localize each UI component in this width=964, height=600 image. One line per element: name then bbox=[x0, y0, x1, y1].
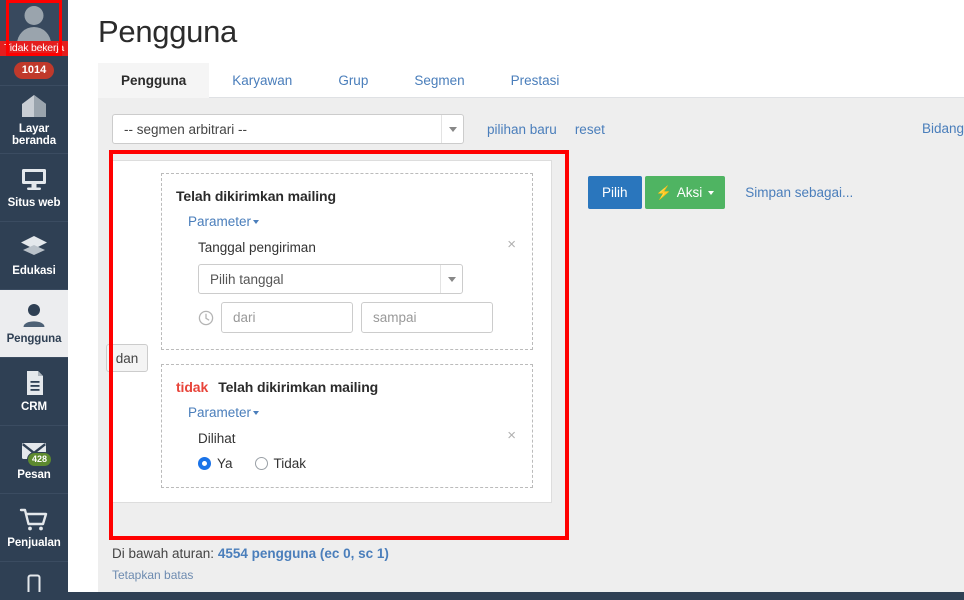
date-to-input[interactable]: sampai bbox=[361, 302, 493, 333]
layers-icon bbox=[19, 233, 49, 261]
user-icon bbox=[19, 301, 49, 329]
radio-button-tidak[interactable] bbox=[254, 457, 268, 470]
parameter-toggle-2[interactable]: Parameter bbox=[188, 405, 260, 420]
cart-icon bbox=[19, 505, 49, 533]
sidebar-item-label: Pengguna bbox=[6, 333, 62, 346]
rule-summary: Di bawah aturan: 4554 pengguna (ec 0, sc… bbox=[112, 545, 389, 584]
radio-label-ya: Ya bbox=[217, 456, 233, 471]
sidebar-item-label: Layar beranda bbox=[11, 122, 57, 148]
set-limit-link[interactable]: Tetapkan batas bbox=[112, 566, 389, 584]
summary-count-link[interactable]: 4554 pengguna (ec 0, sc 1) bbox=[218, 546, 389, 561]
sidebar-item-edukasi[interactable]: Edukasi bbox=[0, 222, 68, 290]
sidebar-item-pengguna[interactable]: Pengguna bbox=[0, 290, 68, 358]
action-button-label: Aksi bbox=[676, 185, 703, 200]
chevron-down-icon bbox=[441, 115, 463, 143]
close-icon[interactable]: × bbox=[507, 428, 516, 443]
rule-builder-row: Telah dikirimkan mailing Parameter Tangg… bbox=[98, 160, 964, 503]
parameter-row-dilihat: Dilihat × Ya Tidak bbox=[198, 428, 518, 471]
summary-prefix: Di bawah aturan: bbox=[112, 546, 215, 561]
bottom-strip bbox=[0, 592, 964, 600]
notification-count-badge: 1014 bbox=[13, 62, 55, 79]
clock-icon bbox=[198, 310, 214, 326]
fields-link[interactable]: Bidang bbox=[922, 121, 964, 136]
radio-label-tidak: Tidak bbox=[273, 456, 307, 471]
reset-link[interactable]: reset bbox=[575, 122, 605, 137]
avatar[interactable]: Tidak bekerja bbox=[0, 0, 68, 56]
radio-button-ya[interactable] bbox=[198, 457, 211, 470]
close-icon[interactable]: × bbox=[507, 237, 516, 252]
date-from-placeholder: dari bbox=[233, 310, 256, 325]
new-choice-link[interactable]: pilihan baru bbox=[487, 122, 557, 137]
document-icon bbox=[19, 369, 49, 397]
sidebar-item-pesan[interactable]: 428 Pesan bbox=[0, 426, 68, 494]
sidebar-item-situs-web[interactable]: Situs web bbox=[0, 154, 68, 222]
tab-segmen[interactable]: Segmen bbox=[391, 63, 487, 98]
condition-block-1: Telah dikirimkan mailing Parameter Tangg… bbox=[161, 173, 533, 350]
action-bar: Pilih ⚡ Aksi Simpan sebagai... bbox=[588, 176, 853, 209]
rule-card: Telah dikirimkan mailing Parameter Tangg… bbox=[112, 160, 552, 503]
date-mode-value: Pilih tanggal bbox=[210, 271, 284, 287]
tab-karyawan[interactable]: Karyawan bbox=[209, 63, 315, 98]
avatar-head-shape bbox=[24, 6, 44, 25]
segment-select-row: -- segmen arbitrari -- pilihan baru rese… bbox=[98, 114, 964, 144]
parameter-label: Tanggal pengiriman bbox=[198, 240, 316, 255]
radio-option-tidak[interactable]: Tidak bbox=[254, 456, 307, 471]
sidebar-item-label: Situs web bbox=[7, 197, 61, 210]
condition-block-2: tidak Telah dikirimkan mailing Parameter … bbox=[161, 364, 533, 488]
date-from-input[interactable]: dari bbox=[221, 302, 353, 333]
date-range-row: dari sampai bbox=[198, 302, 518, 333]
condition-title: Telah dikirimkan mailing bbox=[176, 188, 336, 204]
sidebar-item-crm[interactable]: CRM bbox=[0, 358, 68, 426]
condition-negation-label: tidak bbox=[176, 379, 209, 395]
radio-option-ya[interactable]: Ya bbox=[198, 456, 233, 471]
segment-select[interactable]: -- segmen arbitrari -- bbox=[112, 114, 464, 144]
parameter-toggle-label: Parameter bbox=[188, 214, 252, 229]
sidebar-item-label: Edukasi bbox=[12, 265, 56, 278]
action-button[interactable]: ⚡ Aksi bbox=[644, 176, 726, 209]
segment-select-value: -- segmen arbitrari -- bbox=[124, 121, 248, 137]
tab-prestasi[interactable]: Prestasi bbox=[488, 63, 583, 98]
home-icon bbox=[19, 92, 49, 120]
parameter-toggle-1[interactable]: Parameter bbox=[188, 214, 260, 229]
sidebar-item-label: Pesan bbox=[17, 469, 51, 482]
save-as-link[interactable]: Simpan sebagai... bbox=[745, 185, 853, 200]
viewed-radio-group: Ya Tidak bbox=[198, 456, 518, 471]
sidebar-item-label: Penjualan bbox=[7, 537, 61, 550]
chevron-down-icon bbox=[253, 411, 260, 415]
date-mode-select[interactable]: Pilih tanggal bbox=[198, 264, 463, 294]
page-title: Pengguna bbox=[98, 14, 237, 49]
condition-title-text: Telah dikirimkan mailing bbox=[218, 379, 379, 395]
chevron-down-icon bbox=[708, 190, 715, 195]
select-button[interactable]: Pilih bbox=[588, 176, 642, 209]
chevron-down-icon bbox=[440, 265, 462, 293]
sidebar: Tidak bekerja 1014 Layar beranda Situs w… bbox=[0, 0, 68, 600]
date-to-placeholder: sampai bbox=[373, 310, 417, 325]
unread-count-badge: 428 bbox=[26, 452, 52, 468]
connector-dan-button[interactable]: dan bbox=[106, 344, 148, 372]
parameter-label: Dilihat bbox=[198, 431, 236, 446]
chevron-down-icon bbox=[253, 220, 260, 224]
sidebar-item-penjualan[interactable]: Penjualan bbox=[0, 494, 68, 562]
parameter-row-tanggal-pengiriman: Tanggal pengiriman × Pilih tanggal dari … bbox=[198, 237, 518, 333]
status-badge: Tidak bekerja bbox=[0, 41, 68, 56]
condition-title: tidak Telah dikirimkan mailing bbox=[176, 379, 518, 395]
envelope-icon: 428 bbox=[19, 437, 52, 468]
tab-grup[interactable]: Grup bbox=[315, 63, 391, 98]
main-content: Pengguna Pengguna Karyawan Grup Segmen P… bbox=[68, 0, 964, 600]
sidebar-item-layar-beranda[interactable]: Layar beranda bbox=[0, 86, 68, 154]
sidebar-item-label: CRM bbox=[21, 401, 47, 414]
tab-bar: Pengguna Karyawan Grup Segmen Prestasi bbox=[98, 63, 964, 98]
parameter-toggle-label: Parameter bbox=[188, 405, 252, 420]
segment-builder-panel: -- segmen arbitrari -- pilihan baru rese… bbox=[98, 98, 964, 593]
notification-count-row[interactable]: 1014 bbox=[0, 56, 68, 86]
tab-pengguna[interactable]: Pengguna bbox=[98, 63, 210, 98]
bolt-icon: ⚡ bbox=[655, 184, 672, 200]
monitor-icon bbox=[19, 165, 49, 193]
app-root: Tidak bekerja 1014 Layar beranda Situs w… bbox=[0, 0, 964, 600]
